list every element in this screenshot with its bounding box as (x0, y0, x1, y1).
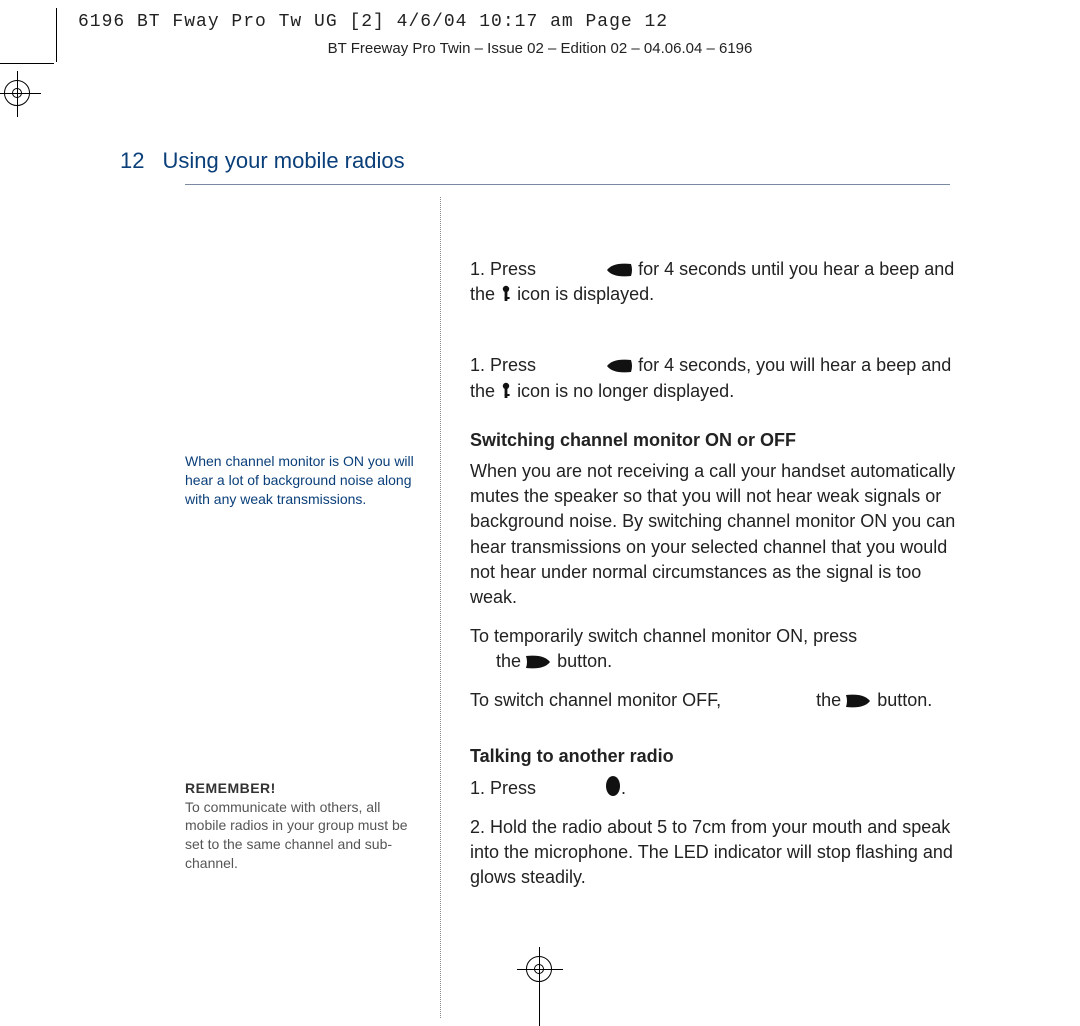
main-column: 1. Press for 4 seconds until you hear a … (470, 257, 960, 905)
key-lock-icon (500, 285, 512, 303)
monitor-button-icon (526, 654, 552, 670)
column-divider (440, 197, 441, 1018)
switching-monitor-body: When you are not receiving a call your h… (470, 459, 960, 610)
step-keylock-on: 1. Press for 4 seconds until you hear a … (470, 257, 960, 307)
heading-switching-monitor: Switching channel monitor ON or OFF (470, 428, 960, 453)
sidebar-note: When channel monitor is ON you will hear… (185, 452, 420, 509)
key-lock-icon (500, 382, 512, 400)
remember-body: To communicate with others, all mobile r… (185, 798, 420, 874)
print-slug: 6196 BT Fway Pro Tw UG [2] 4/6/04 10:17 … (78, 12, 668, 32)
sidebar: When channel monitor is ON you will hear… (185, 452, 420, 873)
ptt-button-icon (605, 775, 621, 797)
header-rule (185, 184, 950, 185)
mode-button-icon (605, 358, 633, 374)
heading-talking: Talking to another radio (470, 744, 960, 769)
monitor-off-instruction: To switch channel monitor OFF, the butto… (470, 688, 960, 713)
mode-button-icon (605, 262, 633, 278)
document-page: 12 Using your mobile radios When channel… (10, 72, 1070, 1018)
print-header: BT Freeway Pro Twin – Issue 02 – Edition… (0, 40, 1080, 57)
talk-step1: 1. Press . (470, 775, 960, 801)
step-keylock-off: 1. Press for 4 seconds, you will hear a … (470, 353, 960, 403)
monitor-on-instruction: To temporarily switch channel monitor ON… (470, 624, 960, 674)
monitor-button-icon (846, 693, 872, 709)
remember-heading: REMEMBER! (185, 779, 420, 798)
talk-step2: 2. Hold the radio about 5 to 7cm from yo… (470, 815, 960, 891)
section-title: Using your mobile radios (162, 148, 404, 174)
page-number: 12 (120, 148, 144, 174)
